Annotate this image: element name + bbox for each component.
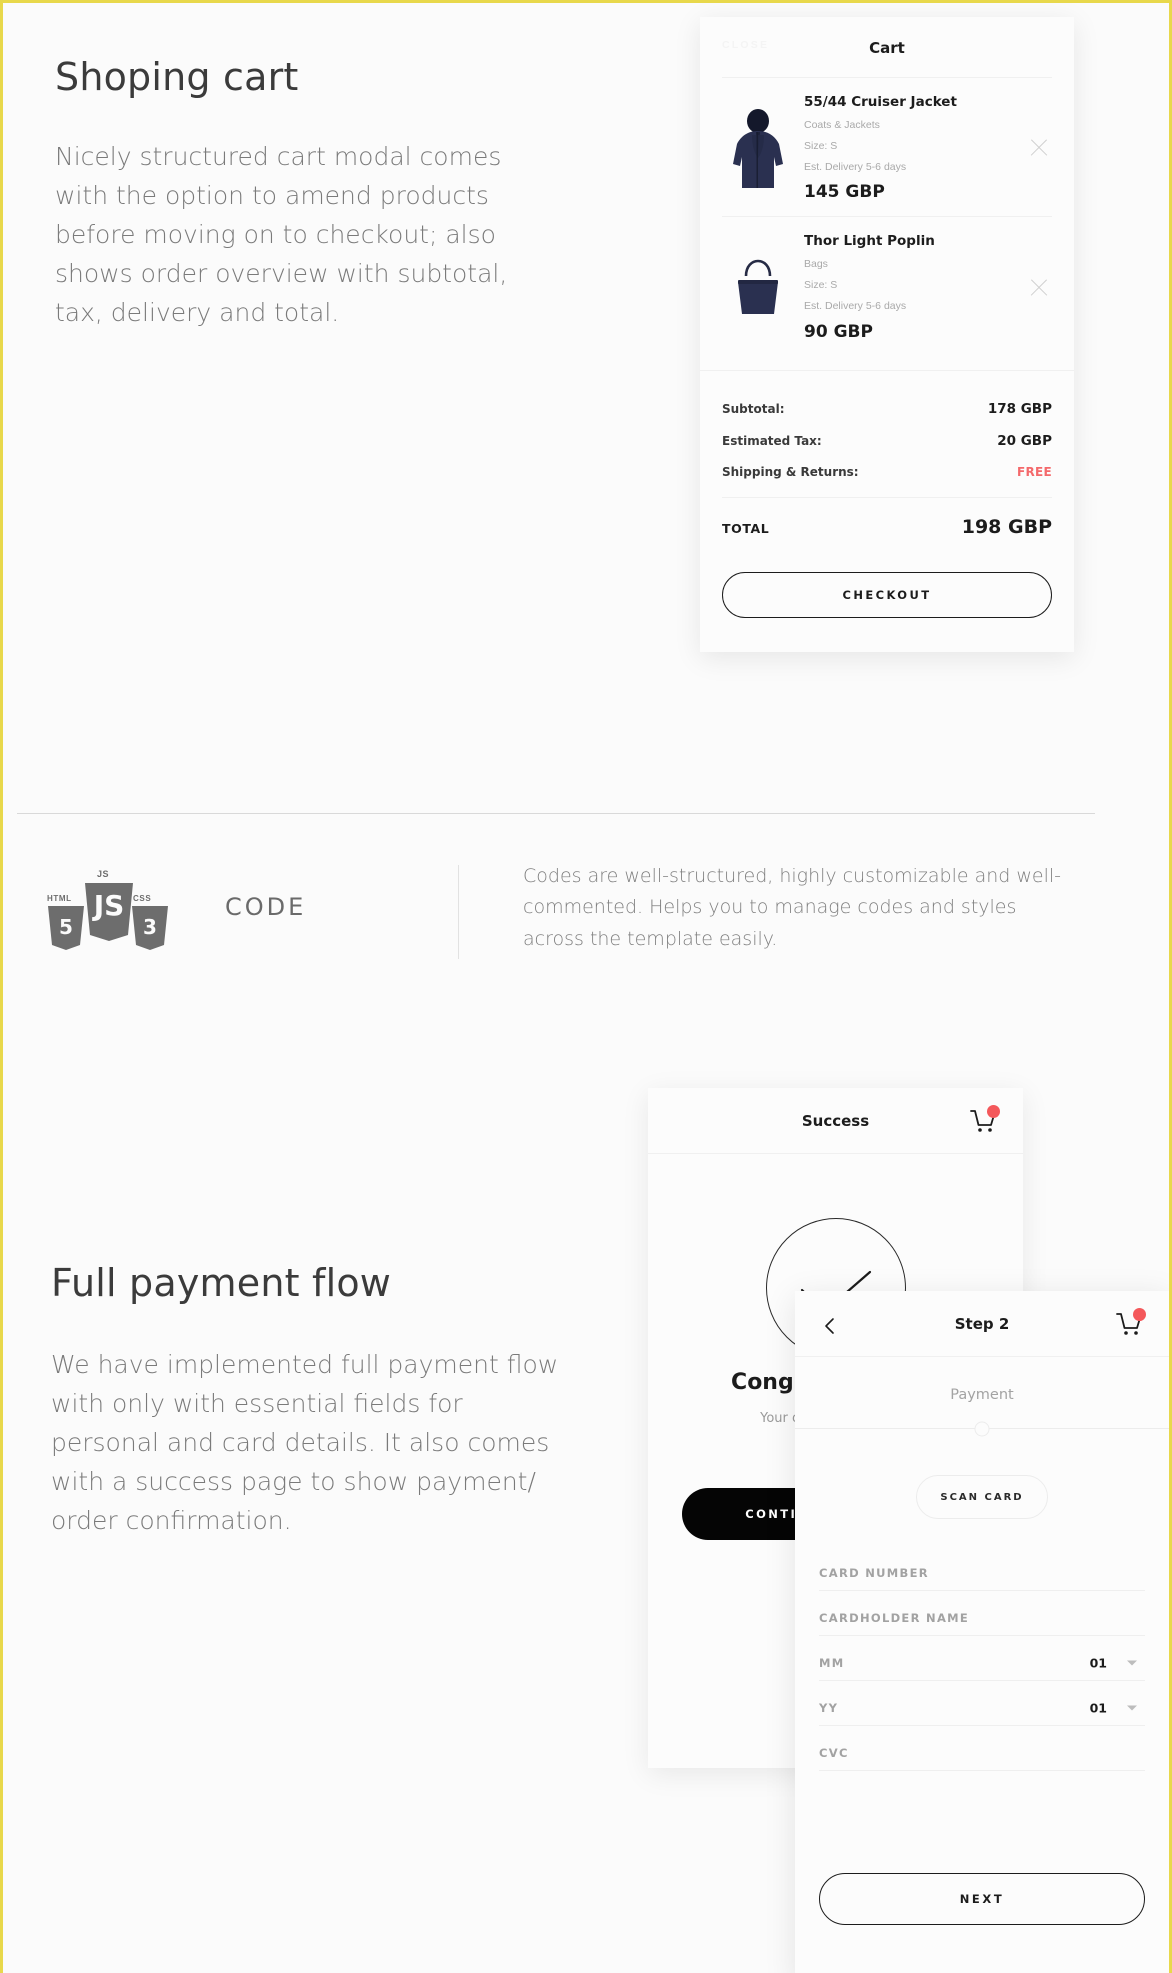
expiry-year-label: YY: [819, 1700, 839, 1715]
product-thumbnail-bag: [722, 242, 794, 334]
success-modal-header: Success: [648, 1088, 1023, 1154]
payment-flow-headline: Full payment flow: [51, 1261, 392, 1305]
expiry-month-select[interactable]: MM 01: [819, 1645, 1145, 1681]
step2-modal-title: Step 2: [954, 1314, 1010, 1333]
summary-label: Subtotal:: [722, 401, 785, 416]
payment-flow-copy: Full payment flow We have implemented fu…: [51, 1261, 571, 1540]
expiry-year-select[interactable]: YY 01: [819, 1690, 1145, 1726]
chevron-down-icon[interactable]: [1127, 1660, 1137, 1665]
cvc-field[interactable]: CVC: [819, 1735, 1145, 1771]
section-divider: [17, 813, 1095, 814]
remove-item-icon[interactable]: [1028, 276, 1050, 298]
svg-text:3: 3: [143, 915, 157, 939]
js-logo-label: JS: [97, 869, 110, 879]
cart-modal: CLOSE Cart 55/44 Cruiser Jacket Coats & …: [700, 17, 1074, 652]
shopping-cart-icon[interactable]: [969, 1104, 1000, 1134]
next-area: NEXT: [819, 1873, 1145, 1925]
checkout-button[interactable]: CHECKOUT: [722, 571, 1052, 618]
cart-item-category: Bags: [804, 257, 828, 270]
cart-item: 55/44 Cruiser Jacket Coats & Jackets Siz…: [722, 77, 1052, 216]
summary-row-total: TOTAL 198 GBP: [722, 496, 1052, 542]
chevron-left-icon[interactable]: [823, 1317, 837, 1334]
vertical-divider: [458, 865, 459, 959]
tech-logos: JS JS 5 HTML 3 CSS: [45, 869, 173, 953]
product-thumbnail-jacket: [722, 102, 794, 194]
cart-item-category: Coats & Jackets: [804, 118, 880, 131]
cart-item-price: 90 GBP: [804, 321, 873, 342]
expiry-month-value: 01: [1089, 1655, 1107, 1670]
progress-knob: [974, 1421, 990, 1436]
total-value: 198 GBP: [961, 515, 1052, 538]
summary-row-subtotal: Subtotal: 178 GBP: [722, 393, 1052, 425]
step2-modal-header: Step 2: [795, 1291, 1169, 1357]
shopping-cart-copy: Shoping cart Nicely structured cart moda…: [55, 55, 525, 332]
remove-item-icon[interactable]: [1028, 136, 1050, 158]
card-number-field[interactable]: CARD NUMBER: [819, 1555, 1145, 1591]
svg-text:JS: JS: [92, 889, 125, 922]
summary-row-shipping: Shipping & Returns: FREE: [722, 457, 1052, 487]
summary-value: 178 GBP: [987, 400, 1052, 417]
payment-fields: CARD NUMBER CARDHOLDER NAME MM 01 YY 01: [795, 1555, 1169, 1771]
checkout-area: CHECKOUT: [700, 544, 1074, 652]
field-gap: [819, 1726, 1145, 1735]
field-gap: [819, 1591, 1145, 1600]
payment-progress-label: Payment: [950, 1387, 1014, 1403]
shopping-cart-headline: Shoping cart: [55, 55, 299, 99]
summary-row-tax: Estimated Tax: 20 GBP: [722, 425, 1052, 457]
cart-item-name: Thor Light Poplin: [804, 233, 935, 250]
page-root: Shoping cart Nicely structured cart moda…: [0, 0, 1172, 1973]
payment-progress: Payment: [795, 1357, 1169, 1436]
cart-item-info: 55/44 Cruiser Jacket Coats & Jackets Siz…: [794, 94, 1052, 202]
html5-logo-icon: 5: [45, 903, 87, 953]
summary-value-free: FREE: [1016, 464, 1052, 479]
shopping-cart-description: Nicely structured cart modal comes with …: [55, 141, 508, 327]
code-heading: CODE: [225, 893, 307, 921]
shopping-cart-section: Shoping cart Nicely structured cart moda…: [3, 3, 1169, 813]
cart-item-size: Size: S: [804, 279, 838, 292]
cart-item-price: 145 GBP: [804, 182, 885, 203]
css3-logo-icon: 3: [129, 903, 171, 953]
cart-item-name: 55/44 Cruiser Jacket: [804, 94, 957, 110]
svg-text:5: 5: [59, 915, 73, 939]
code-description: Codes are well-structured, highly custom…: [523, 865, 1062, 950]
summary-label: Estimated Tax:: [722, 433, 822, 448]
card-number-label: CARD NUMBER: [819, 1565, 929, 1580]
summary-label: Shipping & Returns:: [722, 464, 859, 479]
cart-summary: Subtotal: 178 GBP Estimated Tax: 20 GBP …: [700, 369, 1074, 544]
cart-item: Thor Light Poplin Bags Size: S Est. Deli…: [722, 216, 1052, 355]
summary-value: 20 GBP: [997, 432, 1052, 449]
expiry-month-label: MM: [819, 1655, 845, 1670]
shopping-cart-icon[interactable]: [1115, 1307, 1146, 1337]
cart-badge: [1133, 1307, 1146, 1321]
cart-item-delivery: Est. Delivery 5-6 days: [804, 300, 907, 313]
scan-card-area: SCAN CARD: [795, 1433, 1169, 1555]
cart-close-button[interactable]: CLOSE: [722, 39, 769, 51]
scan-card-button[interactable]: SCAN CARD: [916, 1475, 1048, 1519]
css3-logo-label: CSS: [133, 894, 152, 903]
cart-item-list: 55/44 Cruiser Jacket Coats & Jackets Siz…: [700, 77, 1074, 356]
expiry-year-value: 01: [1089, 1700, 1107, 1715]
payment-flow-section: Full payment flow We have implemented fu…: [3, 1031, 1169, 1973]
step2-modal: Step 2 Payment SCAN CARD CARD NUMBER CAR…: [795, 1291, 1169, 1973]
html5-logo-label: HTML: [47, 894, 72, 903]
cardholder-name-field[interactable]: CARDHOLDER NAME: [819, 1600, 1145, 1636]
total-label: TOTAL: [722, 520, 770, 536]
cart-item-info: Thor Light Poplin Bags Size: S Est. Deli…: [794, 233, 1052, 341]
cart-badge: [987, 1104, 1000, 1118]
cardholder-name-label: CARDHOLDER NAME: [819, 1610, 970, 1625]
next-button[interactable]: NEXT: [819, 1873, 1145, 1925]
cart-item-delivery: Est. Delivery 5-6 days: [804, 161, 907, 174]
progress-track: [795, 1421, 1169, 1436]
cart-item-size: Size: S: [804, 139, 838, 152]
success-modal-title: Success: [801, 1111, 870, 1130]
chevron-down-icon[interactable]: [1127, 1705, 1137, 1710]
field-gap: [819, 1636, 1145, 1645]
cvc-label: CVC: [819, 1745, 849, 1760]
payment-flow-description: We have implemented full payment flow wi…: [51, 1349, 559, 1535]
code-section: JS JS 5 HTML 3 CSS CODE Codes are well-s…: [3, 841, 1169, 1031]
field-gap: [819, 1681, 1145, 1690]
